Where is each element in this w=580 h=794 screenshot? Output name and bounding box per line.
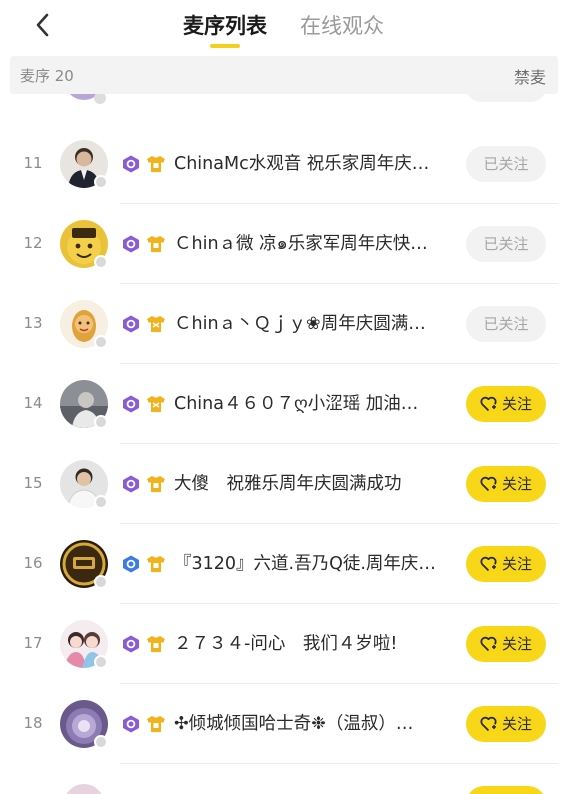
heart-plus-icon	[480, 636, 497, 652]
heart-plus-icon	[480, 556, 497, 572]
heart-plus-icon	[480, 396, 497, 412]
mic-queue-header: 麦序 20 禁麦	[10, 56, 558, 94]
follow-button[interactable]	[466, 786, 546, 794]
tab-mic-list[interactable]: 麦序列表	[183, 12, 267, 40]
active-tab-indicator	[210, 44, 240, 48]
row-divider	[120, 763, 558, 764]
shirt-badge-icon	[147, 316, 165, 332]
purple-badge-icon	[123, 475, 139, 493]
online-status-dot	[94, 655, 108, 669]
list-item: 12 Ｃhinａ微 凉๑乐家军周年庆快… 已关注	[0, 204, 580, 284]
follow-button[interactable]: 关注	[466, 706, 546, 742]
user-nickname: Ｃhinａ丶Ｑｊｙ❀周年庆圆满…	[174, 314, 426, 334]
user-nickname: Ｃhinａ微 凉๑乐家军周年庆快…	[174, 234, 428, 254]
user-nickname: ✣倾城倾国哈士奇❉（温叔）…	[174, 714, 414, 734]
list-item: 17 ２７３４-问心 我们４岁啦! 关注	[0, 604, 580, 684]
partial-row-top	[0, 94, 580, 108]
list-item: 14 China４６０７ღ小涩瑶 加油… 关注	[0, 364, 580, 444]
list-item: 13 Ｃhinａ丶Ｑｊｙ❀周年庆圆满… 已关注	[0, 284, 580, 364]
follow-button[interactable]: 关注	[466, 466, 546, 502]
online-status-dot	[94, 415, 108, 429]
purple-badge-icon	[123, 155, 139, 173]
follow-button-label: 关注	[502, 395, 533, 413]
follow-button-label: 关注	[502, 475, 533, 493]
online-status-dot	[94, 175, 108, 189]
user-nickname: China４６０７ღ小涩瑶 加油…	[174, 394, 419, 414]
online-status-dot	[94, 575, 108, 589]
shirt-badge-icon	[147, 716, 165, 732]
follow-button[interactable]: 关注	[466, 546, 546, 582]
rank-number: 16	[23, 554, 43, 572]
heart-plus-icon	[480, 716, 497, 732]
purple-badge-icon	[123, 315, 139, 333]
purple-badge-icon	[123, 715, 139, 733]
shirt-badge-icon	[147, 556, 165, 572]
avatar	[64, 784, 104, 794]
follow-button[interactable]: 关注	[466, 386, 546, 422]
purple-badge-icon	[123, 235, 139, 253]
purple-badge-icon	[123, 395, 139, 413]
rank-number: 12	[23, 234, 43, 252]
online-status-dot	[94, 735, 108, 749]
back-arrow-icon[interactable]	[30, 10, 58, 40]
user-nickname: 『3120』六道.吾乃Q徒.周年庆…	[174, 554, 436, 574]
followed-button[interactable]: 已关注	[466, 226, 546, 262]
shirt-badge-icon	[147, 236, 165, 252]
mic-count-label: 麦序 20	[20, 67, 74, 85]
follow-button-label: 关注	[502, 715, 533, 733]
follow-button[interactable]: 关注	[466, 626, 546, 662]
rank-number: 11	[23, 154, 43, 172]
tab-online-audience[interactable]: 在线观众	[300, 12, 384, 40]
follow-button-label: 关注	[502, 635, 533, 653]
user-nickname: ChinaMc水观音 祝乐家周年庆…	[174, 154, 430, 174]
follow-button[interactable]	[466, 94, 546, 102]
rank-number: 13	[23, 314, 43, 332]
shirt-badge-icon	[147, 476, 165, 492]
blue-badge-icon	[123, 555, 139, 573]
user-nickname: ２７３４-问心 我们４岁啦!	[174, 634, 398, 654]
ban-mic-button[interactable]: 禁麦	[514, 64, 546, 88]
purple-badge-icon	[123, 635, 139, 653]
list-item: 16 『3120』六道.吾乃Q徒.周年庆… 关注	[0, 524, 580, 604]
rank-number: 17	[23, 634, 43, 652]
online-status-dot	[94, 495, 108, 509]
partial-row-bottom	[0, 780, 580, 794]
heart-plus-icon	[480, 476, 497, 492]
rank-number: 18	[23, 714, 43, 732]
online-status-dot	[94, 335, 108, 349]
rank-number: 15	[23, 474, 43, 492]
list-item: 18 ✣倾城倾国哈士奇❉（温叔）… 关注	[0, 684, 580, 764]
top-nav-bar: 麦序列表 在线观众	[0, 0, 580, 52]
shirt-badge-icon	[147, 636, 165, 652]
online-status-dot	[94, 255, 108, 269]
followed-button[interactable]: 已关注	[466, 146, 546, 182]
rank-number: 14	[23, 394, 43, 412]
follow-button-label: 关注	[502, 555, 533, 573]
online-status-dot	[94, 94, 106, 104]
followed-button[interactable]: 已关注	[466, 306, 546, 342]
list-item: 15 大傻 祝雅乐周年庆圆满成功 关注	[0, 444, 580, 524]
list-item: 11 ChinaMc水观音 祝乐家周年庆… 已关注	[0, 124, 580, 204]
user-nickname: 大傻 祝雅乐周年庆圆满成功	[174, 474, 402, 494]
shirt-badge-icon	[147, 156, 165, 172]
shirt-badge-icon	[147, 396, 165, 412]
